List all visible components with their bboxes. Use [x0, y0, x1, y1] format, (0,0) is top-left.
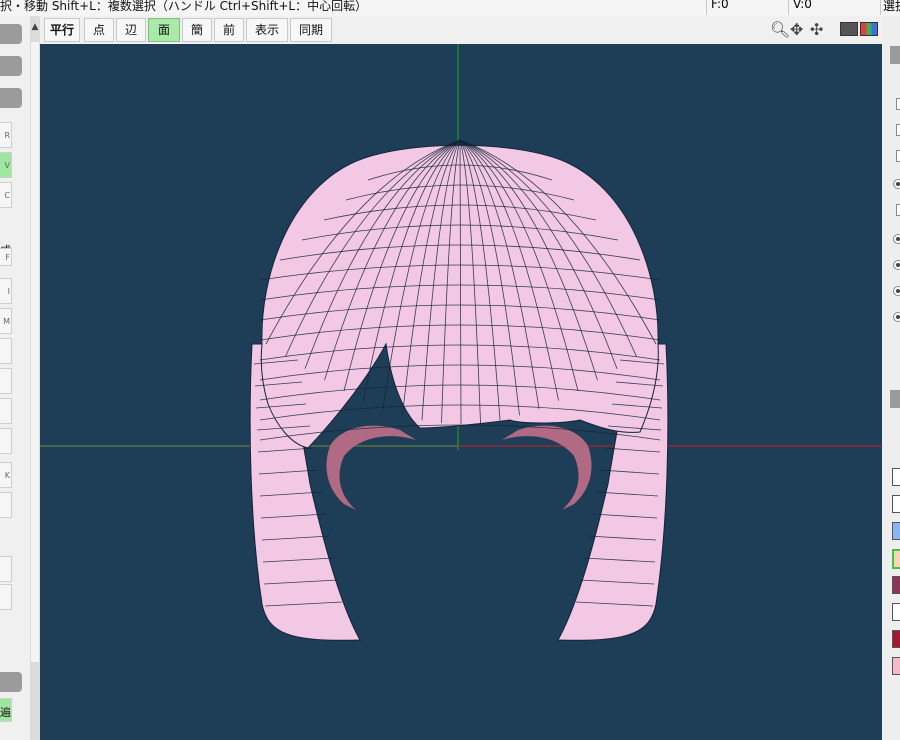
- left-panel-header[interactable]: [0, 24, 22, 44]
- material-swatch[interactable]: [892, 630, 900, 648]
- right-checkbox[interactable]: [896, 124, 900, 136]
- left-btn-blank[interactable]: [0, 338, 12, 364]
- toolbar-btn-parallel[interactable]: 平行: [44, 18, 80, 42]
- left-btn-m[interactable]: M: [0, 308, 12, 334]
- left-btn-blank[interactable]: [0, 492, 12, 518]
- right-checkbox[interactable]: [896, 204, 900, 216]
- toolbar-btn-edge[interactable]: 辺: [116, 18, 146, 42]
- ear-accessories: [326, 425, 592, 510]
- material-swatch[interactable]: [892, 657, 900, 675]
- right-checkbox[interactable]: [896, 98, 900, 110]
- left-btn-r[interactable]: R: [0, 122, 12, 148]
- status-hint: 択・移動 Shift+L：複数選択（ハンドル Ctrl+Shift+L：中心回転…: [0, 0, 368, 13]
- left-btn-blank[interactable]: [0, 398, 12, 424]
- left-btn-k[interactable]: K: [0, 462, 12, 488]
- viewport-canvas[interactable]: [40, 44, 882, 740]
- toolbar-btn-vertex[interactable]: 点: [84, 18, 114, 42]
- material-swatch[interactable]: [892, 576, 900, 594]
- toolbar-btn-front[interactable]: 前: [214, 18, 244, 42]
- left-btn-c[interactable]: C: [0, 182, 12, 208]
- right-panel-header[interactable]: [890, 46, 900, 64]
- move-icon[interactable]: ✥: [790, 20, 803, 40]
- scroll-up-icon[interactable]: ▲: [30, 16, 40, 38]
- right-panel-header[interactable]: [890, 390, 900, 408]
- right-radio[interactable]: [893, 286, 900, 296]
- left-panel: R V C 成 F I M K ル 遍: [0, 16, 30, 740]
- status-face-count: F:0: [706, 0, 789, 15]
- left-btn-blank[interactable]: [0, 556, 12, 582]
- right-checkbox[interactable]: [896, 150, 900, 162]
- right-panel: [882, 16, 900, 740]
- left-btn-blank[interactable]: [0, 428, 12, 454]
- material-swatch[interactable]: [892, 495, 900, 513]
- left-btn-f[interactable]: F: [0, 248, 12, 266]
- material-swatch[interactable]: [892, 603, 900, 621]
- magnifier-icon[interactable]: 🔍︎: [770, 20, 790, 40]
- material-swatch[interactable]: [892, 549, 900, 569]
- right-radio[interactable]: [893, 179, 900, 189]
- status-mode: 選択: [880, 0, 900, 15]
- scrollbar-thumb[interactable]: [31, 42, 39, 662]
- monitor-icon[interactable]: [840, 22, 858, 36]
- material-swatch[interactable]: [892, 522, 900, 540]
- left-btn-blank[interactable]: [0, 584, 12, 610]
- toolbar-btn-sync[interactable]: 同期: [290, 18, 332, 42]
- status-bar: 択・移動 Shift+L：複数選択（ハンドル Ctrl+Shift+L：中心回転…: [0, 0, 900, 17]
- material-swatch[interactable]: [892, 468, 900, 486]
- accessory-left: [326, 425, 416, 510]
- hair-cap: [260, 144, 659, 449]
- right-radio[interactable]: [893, 312, 900, 322]
- left-btn-blank[interactable]: [0, 368, 12, 394]
- left-panel-header[interactable]: [0, 56, 22, 76]
- toolbar-btn-display[interactable]: 表示: [246, 18, 288, 42]
- left-btn-v[interactable]: V: [0, 152, 12, 178]
- status-vertex-count: V:0: [788, 0, 885, 15]
- accessory-right: [502, 425, 592, 510]
- toolbar-btn-simple[interactable]: 簡: [182, 18, 212, 42]
- color-icon[interactable]: [860, 22, 878, 36]
- left-panel-header[interactable]: [0, 88, 22, 108]
- left-label-3: 遍: [0, 706, 11, 719]
- left-scrollbar[interactable]: ▲: [30, 16, 40, 740]
- right-radio[interactable]: [893, 234, 900, 244]
- 3d-viewport[interactable]: [40, 44, 882, 740]
- left-panel-header[interactable]: [0, 672, 22, 692]
- right-radio[interactable]: [893, 260, 900, 270]
- view-toolbar: 平行 点 辺 面 簡 前 表示 同期 🔍︎ ✥ ✣: [40, 16, 882, 44]
- rotate-icon[interactable]: ✣: [810, 20, 823, 40]
- toolbar-btn-face[interactable]: 面: [148, 18, 180, 42]
- left-btn-i[interactable]: I: [0, 278, 12, 304]
